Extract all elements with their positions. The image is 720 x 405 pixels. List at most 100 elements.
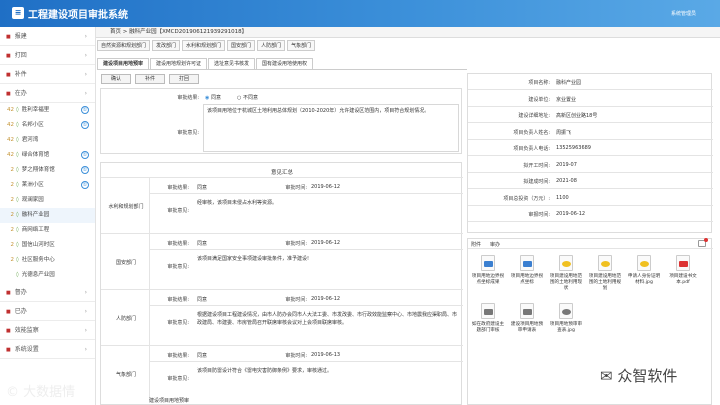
project-count: 2: [10, 167, 15, 173]
attachment-file[interactable]: 申请人身份证明材料.jpg: [626, 255, 662, 286]
summary-title: 意见汇总: [270, 170, 293, 176]
department-tab[interactable]: 发改部门: [152, 40, 181, 51]
row-divider: [149, 361, 463, 362]
attachment-file[interactable]: 项目用地边界拐点坐标成果: [470, 255, 506, 286]
info-label: 项目负责人电话:: [513, 146, 550, 152]
project-count: 42: [7, 137, 14, 143]
department-tab[interactable]: 自然资源和规划部门: [97, 40, 151, 51]
sub-tab[interactable]: 建设用地规划许可证: [150, 58, 208, 69]
chevron-right-icon: ›: [84, 327, 87, 334]
sidebar-project-item[interactable]: 42 ◊ 胜利幸福里 ①: [0, 103, 95, 118]
department-tab[interactable]: 水利和规划部门: [182, 40, 226, 51]
attachment-file[interactable]: 项目用地边界拐点坐标: [509, 255, 545, 286]
sidebar-project-item[interactable]: 42 ◊ 君河湾: [0, 133, 95, 148]
sidebar-item[interactable]: ■ 效能监察 ›: [0, 321, 95, 340]
dept-name: 水利和规划部门: [108, 204, 144, 210]
sub-tab[interactable]: 国有建设用地使用权: [256, 58, 314, 69]
doc-file-icon: [481, 255, 495, 271]
sidebar-project-item[interactable]: 2 ◊ 融科产业园: [0, 208, 95, 223]
department-tab[interactable]: 气象部门: [287, 40, 316, 51]
info-value: 1100: [556, 194, 569, 201]
sidebar-project-item[interactable]: ◊ 光德息产业园: [0, 268, 95, 283]
message-icon[interactable]: [698, 238, 708, 247]
return-button[interactable]: 打回: [169, 74, 199, 84]
sidebar-item-label: 报建: [14, 33, 27, 40]
col-divider: [149, 345, 150, 401]
sidebar-project-item[interactable]: 2 ◊ 莱洲小区 ①: [0, 178, 95, 193]
review-tab[interactable]: 审办: [490, 241, 500, 248]
sidebar-item[interactable]: ■ 打回 ›: [0, 46, 95, 65]
pin-icon: ◊: [16, 107, 19, 113]
attachment-file[interactable]: 项目建设书文本.pdf: [665, 255, 701, 286]
sidebar-project-item[interactable]: 2 ◊ 商网络工程: [0, 223, 95, 238]
summary-panel: 意见汇总 水利和规划部门 审批结果: 同意 审批时间: 2019-06-12 审批意见: 经…: [100, 162, 463, 405]
wechat-icon: ✉: [600, 367, 613, 385]
sidebar-project-item[interactable]: 2 ◊ 国信山河时区: [0, 238, 95, 253]
sidebar-item-label: 打回: [14, 52, 27, 59]
menu-icon: ■: [6, 72, 11, 78]
menu-icon: ■: [6, 347, 11, 353]
sidebar-project-item[interactable]: 2 ◊ 梦之翔体育馆 ①: [0, 163, 95, 178]
department-tab[interactable]: 国安部门: [227, 40, 256, 51]
project-label: 君河湾: [21, 137, 39, 143]
sub-tab[interactable]: 选址意见书核发: [208, 58, 256, 69]
info-value: 京业置业: [556, 96, 577, 103]
chevron-right-icon: ›: [84, 52, 87, 59]
pin-icon: ◊: [16, 122, 19, 128]
confirm-button[interactable]: 确认: [101, 74, 131, 84]
dept-name: 人防部门: [115, 316, 136, 322]
sidebar-item[interactable]: ■ 督办 ›: [0, 283, 95, 302]
sidebar-item[interactable]: ■ 已办 ›: [0, 302, 95, 321]
col-divider: [149, 289, 150, 345]
attachment-file[interactable]: 如在政府建设主题部门审核: [470, 303, 506, 334]
attachment-file[interactable]: 项目建设用地范围的土地利用规划: [587, 255, 623, 292]
sidebar-project-item[interactable]: 2 ◊ 社区服务中心: [0, 253, 95, 268]
result-label: 审批结果:: [167, 297, 189, 303]
date-label: 审批时间:: [285, 241, 307, 247]
result-value: 同意: [197, 241, 208, 247]
menu-icon: ■: [6, 34, 11, 40]
file-name: 项目建设用地范围的土地利用规划: [588, 274, 622, 291]
sidebar-project-item[interactable]: 42 ◊ 绿合体育馆 ①: [0, 148, 95, 163]
sub-tab[interactable]: 建设项目用地预审: [97, 58, 150, 69]
chevron-right-icon: ›: [84, 308, 87, 315]
project-label: 国信山河时区: [21, 242, 55, 248]
app-title: 工程建设项目审批系统: [28, 10, 128, 21]
project-label: 光德息产业园: [21, 272, 55, 278]
sidebar-item-label: 在办: [14, 90, 27, 97]
supplement-button[interactable]: 补件: [135, 74, 165, 84]
info-divider: [468, 122, 713, 123]
sidebar-item[interactable]: ■ 系统设置 ›: [0, 340, 95, 359]
sidebar-item[interactable]: ■ 补件 ›: [0, 65, 95, 84]
attachment-file[interactable]: 项目用地预审审查表.jpg: [548, 303, 584, 334]
sidebar-item[interactable]: ■ 在办 ›: [0, 84, 95, 103]
top-bar: ≡ 工程建设项目审批系统 系统管理员: [0, 0, 720, 27]
sidebar-item[interactable]: ■ 报建 ›: [0, 27, 95, 46]
sub-tabs: 建设项目用地预审 建设用地规划许可证 选址意见书核发 国有建设用地使用权: [97, 58, 467, 70]
file-name: 如在政府建设主题部门审核: [471, 322, 505, 333]
agree-radio[interactable]: ◉ 同意: [205, 94, 221, 101]
info-value: 2019-07: [556, 161, 577, 168]
sidebar-project-item[interactable]: 42 ◊ 名邦小区 ①: [0, 118, 95, 133]
watermark-right-text: 众智软件: [617, 367, 678, 385]
sidebar-project-item[interactable]: 2 ◊ 观澜家园: [0, 193, 95, 208]
department-tab[interactable]: 人防部门: [257, 40, 286, 51]
project-label: 观澜家园: [21, 197, 44, 203]
pin-icon: ◊: [16, 152, 19, 158]
dept-name: 气象部门: [115, 372, 136, 378]
project-label: 社区服务中心: [21, 257, 55, 263]
user-menu[interactable]: 系统管理员: [671, 10, 696, 17]
doc-file-icon: [520, 255, 534, 271]
attachment-file[interactable]: 建设项目用地预审申请表: [509, 303, 545, 334]
opinion-textarea[interactable]: 该项目用地位于杭城区土地利用总体规划（2010-2020年）允许建设区范围内，项…: [203, 104, 459, 152]
project-count: 42: [7, 107, 14, 113]
row-divider: [101, 345, 463, 346]
attachments-tab[interactable]: 附件: [471, 241, 481, 248]
info-badge-icon: ①: [81, 151, 89, 159]
disagree-radio[interactable]: ○ 不同意: [237, 94, 258, 101]
result-label: 审批结果:: [167, 353, 189, 359]
agree-label: 同意: [210, 95, 221, 101]
result-value: 同意: [197, 185, 208, 191]
attachment-file[interactable]: 项目建设用地范围的土地利用现状: [548, 255, 584, 292]
disagree-label: 不同意: [242, 95, 258, 101]
